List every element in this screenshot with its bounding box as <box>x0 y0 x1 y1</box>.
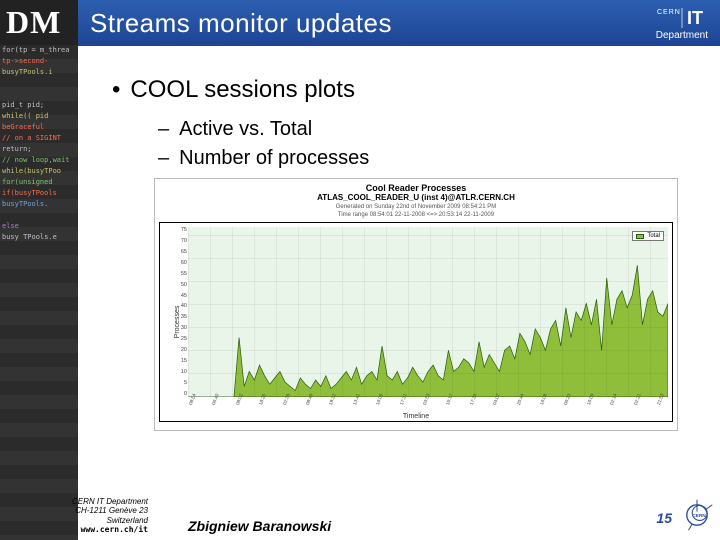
slide-root: DM for(tp = m_threa tp->second- busyTPoo… <box>0 0 720 540</box>
slide-title: Streams monitor updates <box>90 8 392 39</box>
x-axis-label: Timeline <box>403 413 429 420</box>
bullet-2a: Active vs. Total <box>158 118 696 141</box>
legend: Total <box>632 231 664 241</box>
dept-l1: CERN IT Department <box>18 497 148 506</box>
bullet-2b: Number of processes <box>158 147 696 170</box>
svg-text:IT: IT <box>687 8 703 28</box>
decorative-code-art: for(tp = m_threa tp->second- busyTPools.… <box>0 45 78 540</box>
chart-subtitle: ATLAS_COOL_READER_U (inst 4)@ATLR.CERN.C… <box>159 193 673 202</box>
content: COOL sessions plots Active vs. Total Num… <box>78 46 720 540</box>
dept-l2: CH-1211 Genève 23 <box>18 506 148 515</box>
chart-generated-ts: Generated on Sunday 22nd of November 200… <box>159 204 673 210</box>
cern-it-logo: CERN IT Department <box>656 6 708 41</box>
area-polygon <box>188 265 668 397</box>
chart-card: Cool Reader Processes ATLAS_COOL_READER_… <box>154 178 678 431</box>
title-bar: Streams monitor updates CERN IT Departme… <box>78 0 720 46</box>
bullet-1: COOL sessions plots <box>112 76 696 104</box>
dept-url: www.cern.ch/it <box>18 525 148 534</box>
cern-logo-icon: CERN <box>680 498 714 532</box>
legend-swatch <box>636 234 644 239</box>
chart-title: Cool Reader Processes <box>159 183 673 193</box>
svg-text:CERN: CERN <box>657 9 681 16</box>
plot-area: Total <box>188 227 668 397</box>
dept-block: CERN IT Department CH-1211 Genève 23 Swi… <box>18 497 148 534</box>
main-area: Streams monitor updates CERN IT Departme… <box>78 0 720 540</box>
dept-l3: Switzerland <box>18 516 148 525</box>
area-svg <box>188 227 668 397</box>
dm-logo: DM <box>0 0 78 45</box>
legend-label: Total <box>647 233 660 239</box>
footer: CERN IT Department CH-1211 Genève 23 Swi… <box>78 497 720 534</box>
author: Zbigniew Baranowski <box>188 518 331 534</box>
chart-time-range: Time range 08:54:01 22-11-2008 <=> 20:53… <box>159 212 673 218</box>
logo-dept-label: Department <box>656 31 708 41</box>
plot-box: Processes 757065605550454035302520151050… <box>159 222 673 422</box>
cern-it-icon: CERN IT <box>657 6 707 30</box>
svg-text:CERN: CERN <box>692 513 706 519</box>
page-number: 15 <box>656 510 672 526</box>
left-sidebar: DM for(tp = m_threa tp->second- busyTPoo… <box>0 0 78 540</box>
y-ticks: 757065605550454035302520151050 <box>175 227 187 397</box>
x-ticks: 08:5406:4008:0218:2502:3608:4919:3213:41… <box>188 399 668 409</box>
